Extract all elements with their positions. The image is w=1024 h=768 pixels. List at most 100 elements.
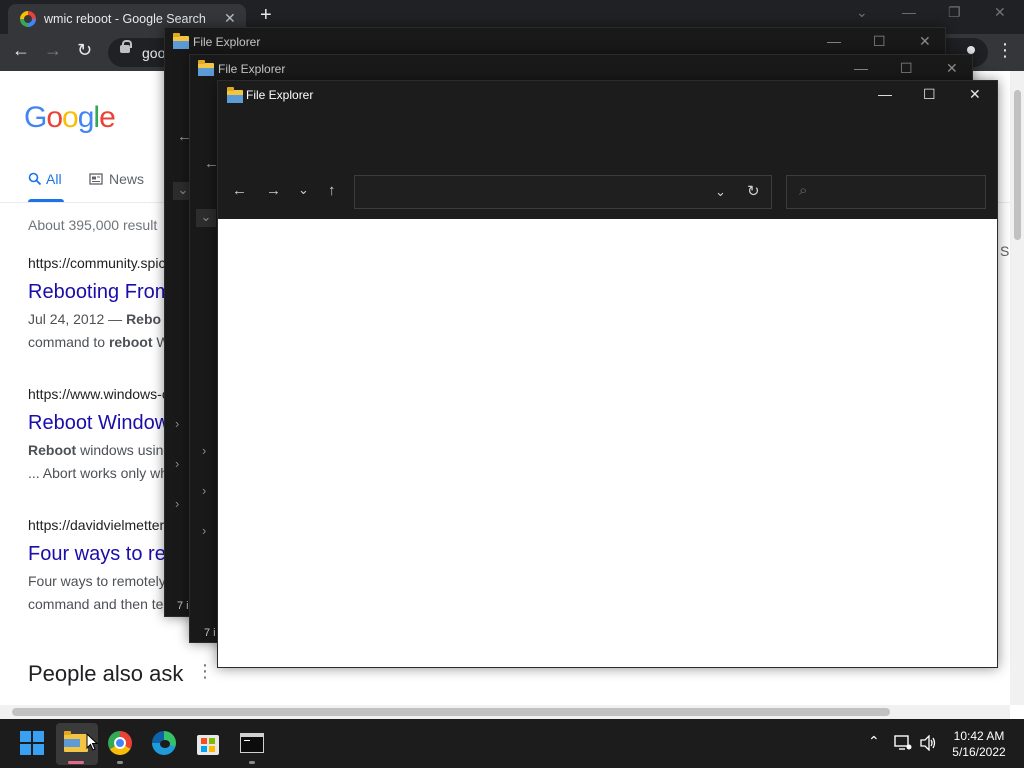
taskbar: ⌃ 10:42 AM 5/16/2022 xyxy=(0,719,1024,768)
vertical-scroll-thumb[interactable] xyxy=(1014,90,1021,240)
folder-icon xyxy=(173,33,189,49)
file-list-area[interactable] xyxy=(218,219,997,667)
forward-button[interactable]: → xyxy=(44,40,62,61)
back-button[interactable]: ← xyxy=(12,40,30,61)
address-dropdown-icon[interactable]: ⌄ xyxy=(715,184,726,200)
snippet-bold: Rebo xyxy=(126,311,162,327)
result-snippet: Jul 24, 2012 — Rebo xyxy=(28,311,161,327)
tab-close-icon[interactable]: ✕ xyxy=(224,10,236,27)
result-snippet: ... Abort works only wh xyxy=(28,465,169,481)
close-button[interactable]: ✕ xyxy=(919,33,931,50)
logo-letter: G xyxy=(24,101,47,134)
file-explorer-window-front[interactable]: File Explorer — ☐ ✕ ← → ⌄ ↑ ⌄ ↻ ⌕ xyxy=(217,80,998,668)
terminal-icon xyxy=(240,733,264,753)
folder-icon xyxy=(227,87,243,103)
store-taskbar-button[interactable] xyxy=(192,727,224,759)
refresh-icon[interactable]: ↻ xyxy=(747,182,760,200)
snippet-text: command to xyxy=(28,334,109,350)
nav-chevron-icon[interactable]: › xyxy=(202,523,206,538)
system-clock[interactable]: 10:42 AM 5/16/2022 xyxy=(944,728,1014,760)
tab-news[interactable]: News xyxy=(89,171,144,187)
up-arrow-icon[interactable]: ↑ xyxy=(328,182,336,199)
chrome-taskbar-button[interactable] xyxy=(104,727,136,759)
result-cite[interactable]: https://davidvielmetter xyxy=(28,517,164,533)
more-options-icon[interactable]: ⋮ xyxy=(196,661,214,682)
nav-chevron-icon[interactable]: › xyxy=(175,496,179,511)
edge-icon xyxy=(152,731,176,755)
network-icon[interactable] xyxy=(894,735,912,754)
folder-icon xyxy=(64,731,88,752)
maximize-button[interactable]: ☐ xyxy=(923,86,936,103)
recent-locations-icon[interactable]: ⌄ xyxy=(298,182,309,198)
folder-icon xyxy=(198,60,214,76)
window-title: File Explorer xyxy=(193,35,261,49)
forward-arrow-icon[interactable]: → xyxy=(266,182,281,199)
result-stats: About 395,000 result xyxy=(28,217,158,233)
close-button[interactable]: ✕ xyxy=(946,60,958,77)
result-snippet: Four ways to remotely xyxy=(28,573,166,589)
snippet-bold: reboot xyxy=(108,334,153,350)
address-text: goo xyxy=(142,45,166,61)
chrome-icon xyxy=(108,731,132,755)
show-hidden-icons-chevron-icon[interactable]: ⌃ xyxy=(868,733,880,750)
item-count: 7 i xyxy=(204,627,216,639)
back-arrow-icon[interactable]: ← xyxy=(232,182,247,199)
chrome-restore-button[interactable]: ❐ xyxy=(948,4,961,21)
reload-button[interactable]: ↻ xyxy=(77,40,92,61)
logo-letter: o xyxy=(46,101,63,134)
minimize-button[interactable]: — xyxy=(827,33,841,49)
news-icon xyxy=(89,173,103,185)
logo-letter: o xyxy=(62,101,79,134)
tab-all-label: All xyxy=(46,171,62,187)
horizontal-scroll-thumb[interactable] xyxy=(12,708,890,716)
maximize-button[interactable]: ☐ xyxy=(900,60,913,77)
result-title[interactable]: Rebooting From xyxy=(28,281,171,304)
logo-letter: e xyxy=(99,101,116,134)
edge-taskbar-button[interactable] xyxy=(148,727,180,759)
result-title[interactable]: Four ways to re xyxy=(28,543,166,566)
search-icon: ⌕ xyxy=(799,182,808,199)
nav-chevron-icon[interactable]: › xyxy=(175,416,179,431)
snippet-text: Jul 24, 2012 — xyxy=(28,311,127,327)
nav-chevron-icon[interactable]: › xyxy=(202,443,206,458)
windows-logo-icon xyxy=(20,731,44,755)
minimize-button[interactable]: — xyxy=(878,86,892,102)
new-tab-button[interactable]: + xyxy=(260,4,272,27)
result-snippet: command and then te xyxy=(28,596,164,612)
running-indicator xyxy=(68,761,84,764)
chrome-close-button[interactable]: ✕ xyxy=(994,4,1006,21)
snippet-bold: Reboot xyxy=(28,442,77,458)
result-snippet: Reboot windows using xyxy=(28,442,171,458)
search-icon xyxy=(28,172,42,186)
nav-chevron-icon[interactable]: › xyxy=(202,483,206,498)
google-favicon-icon xyxy=(20,11,36,27)
result-cite[interactable]: https://www.windows-c xyxy=(28,386,169,402)
result-snippet: command to reboot W xyxy=(28,334,170,350)
mouse-cursor-icon xyxy=(86,733,98,751)
chrome-minimize-button[interactable]: — xyxy=(902,4,916,20)
address-bar[interactable]: ⌄ ↻ xyxy=(354,175,772,209)
snippet-text: windows using xyxy=(76,442,172,458)
running-indicator xyxy=(249,761,255,764)
logo-letter: g xyxy=(77,101,95,134)
maximize-button[interactable]: ☐ xyxy=(873,33,886,50)
tools-label-cut[interactable]: S xyxy=(1000,243,1009,259)
tab-news-label: News xyxy=(109,171,145,187)
chrome-menu-button[interactable]: ⋮ xyxy=(996,40,1014,61)
tab-all[interactable]: All xyxy=(28,171,62,187)
volume-icon[interactable] xyxy=(920,734,938,754)
result-cite[interactable]: https://community.spic xyxy=(28,255,165,271)
result-title[interactable]: Reboot Window xyxy=(28,412,169,435)
close-button[interactable]: ✕ xyxy=(969,86,981,103)
start-button[interactable] xyxy=(16,727,48,759)
minimize-button[interactable]: — xyxy=(854,60,868,76)
expand-chevron-icon[interactable]: ⌄ xyxy=(196,209,216,227)
nav-chevron-icon[interactable]: › xyxy=(175,456,179,471)
lock-icon[interactable] xyxy=(120,40,132,53)
tab-title: wmic reboot - Google Search xyxy=(44,12,206,26)
search-box[interactable]: ⌕ xyxy=(786,175,986,209)
google-logo[interactable]: Google xyxy=(24,101,116,135)
tab-search-icon[interactable]: ⌄ xyxy=(856,4,868,21)
terminal-taskbar-button[interactable] xyxy=(236,727,268,759)
clock-time: 10:42 AM xyxy=(953,729,1005,743)
